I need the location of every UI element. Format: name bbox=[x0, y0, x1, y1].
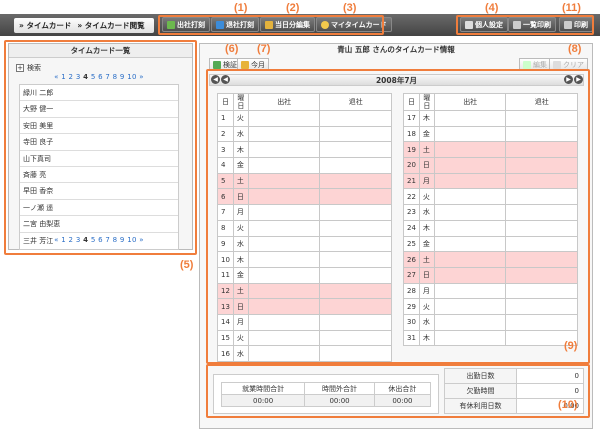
annotation-box bbox=[206, 69, 590, 364]
annotation-6: (6) bbox=[225, 43, 239, 55]
breadcrumb-timecard[interactable]: » タイムカード bbox=[19, 20, 71, 31]
annotation-8: (8) bbox=[568, 43, 582, 55]
annotation-box bbox=[158, 15, 384, 35]
breadcrumb: » タイムカード » タイムカード閲覧 bbox=[14, 18, 154, 33]
breadcrumb-timecard-view[interactable]: » タイムカード閲覧 bbox=[77, 20, 144, 31]
annotation-11: (11) bbox=[562, 2, 581, 14]
annotation-7: (7) bbox=[257, 43, 271, 55]
annotation-10: (10) bbox=[558, 399, 578, 411]
annotation-4: (4) bbox=[485, 2, 499, 14]
annotation-5: (5) bbox=[180, 259, 194, 271]
annotation-box bbox=[456, 15, 594, 35]
calendar-icon bbox=[241, 60, 249, 69]
annotation-box bbox=[206, 364, 590, 418]
annotation-9: (9) bbox=[564, 340, 578, 352]
pencil-icon bbox=[523, 60, 531, 69]
check-icon bbox=[213, 60, 221, 69]
eraser-icon bbox=[553, 60, 561, 69]
annotation-box bbox=[4, 40, 197, 255]
annotation-2: (2) bbox=[286, 2, 300, 14]
annotation-1: (1) bbox=[234, 2, 248, 14]
annotation-3: (3) bbox=[343, 2, 357, 14]
